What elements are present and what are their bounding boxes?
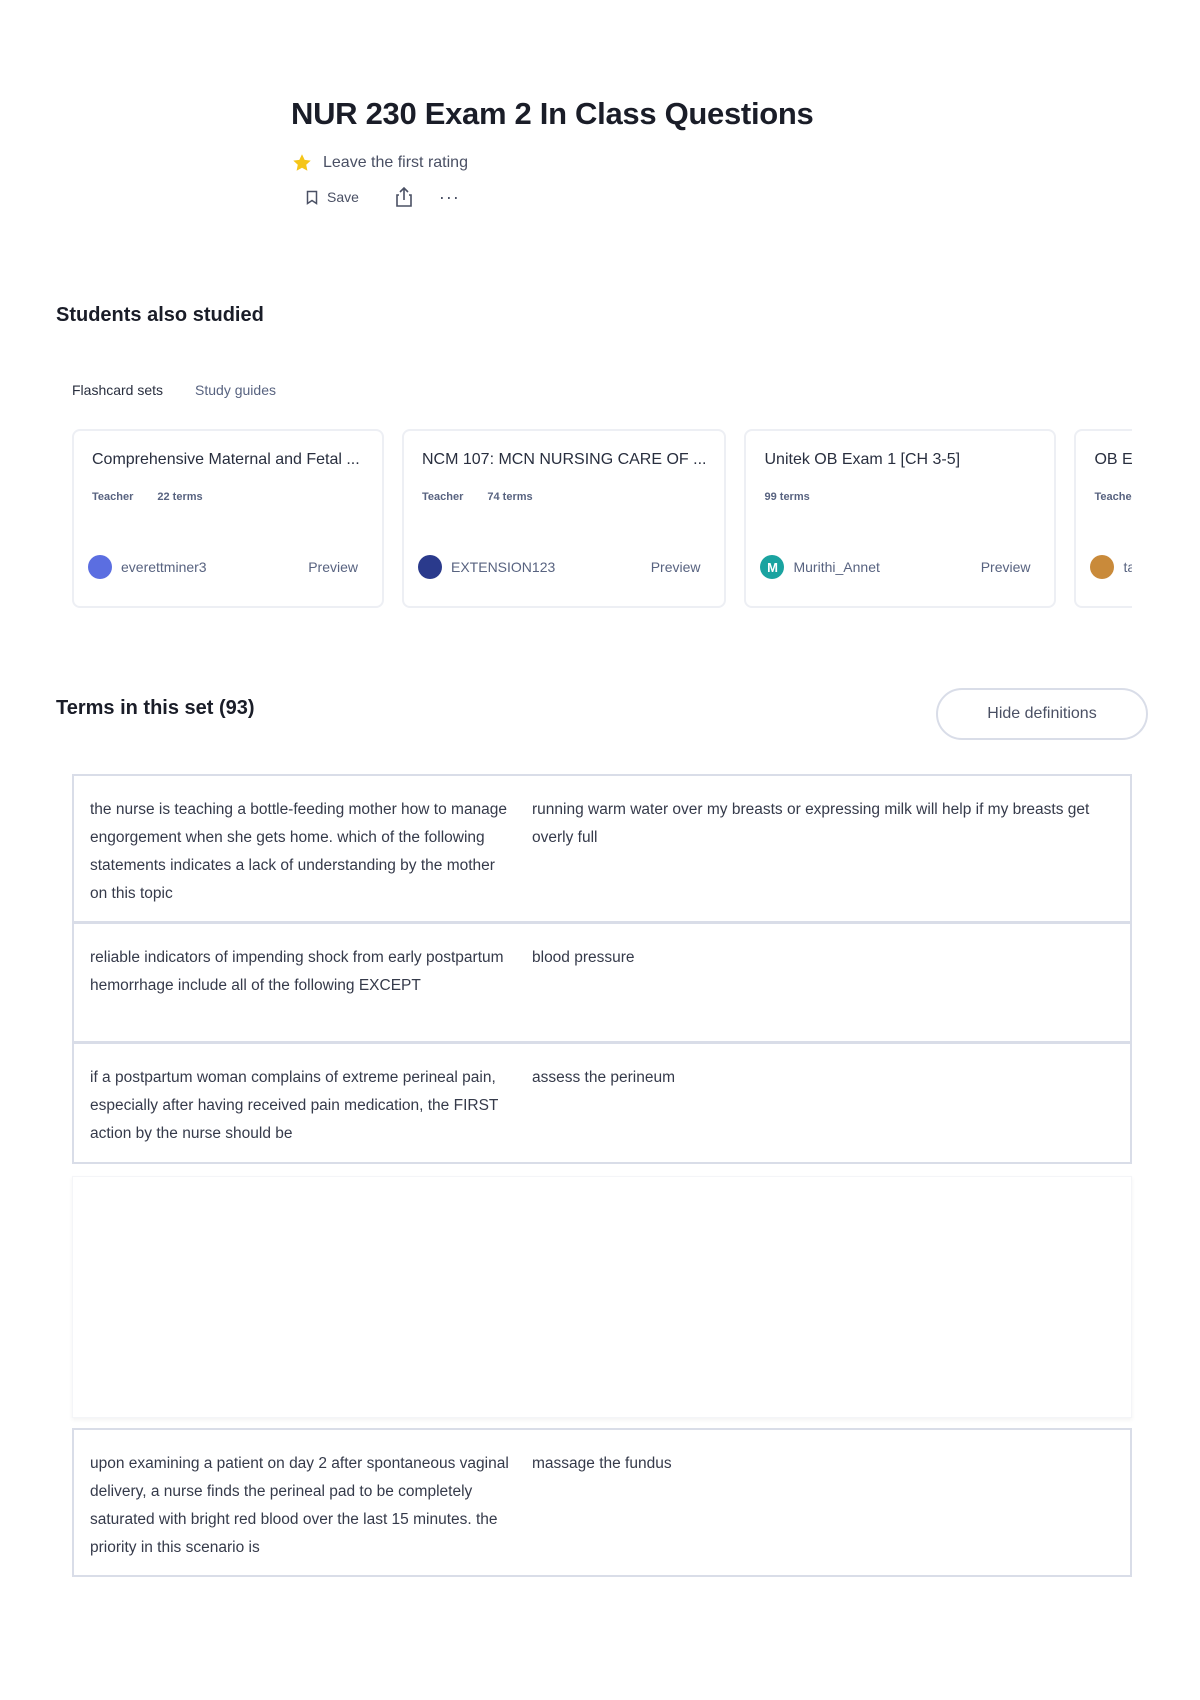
students-also-studied-title: Students also studied [56, 304, 264, 326]
set-card[interactable]: Comprehensive Maternal and Fetal ... Tea… [72, 429, 384, 608]
teacher-badge: Teacher [92, 491, 134, 503]
set-card[interactable]: OB Exa Teacher tan [1074, 429, 1132, 608]
card-title: OB Exa [1094, 451, 1132, 468]
preview-button[interactable]: Preview [981, 559, 1031, 575]
definition-text: running warm water over my breasts or ex… [532, 801, 1090, 846]
set-card[interactable]: NCM 107: MCN NURSING CARE OF ... Teacher… [402, 429, 727, 608]
save-label: Save [327, 189, 359, 205]
rating-label: Leave the first rating [323, 154, 468, 171]
tab-flashcard-sets[interactable]: Flashcard sets [72, 382, 163, 398]
share-button[interactable] [395, 186, 413, 208]
avatar: M [760, 555, 785, 579]
page: NUR 230 Exam 2 In Class Questions Leave … [0, 0, 1200, 1700]
term-count: 22 terms [157, 491, 203, 503]
author-name: tan [1123, 559, 1132, 575]
card-author[interactable]: everettminer3 [88, 555, 207, 579]
card-title: Comprehensive Maternal and Fetal ... [92, 451, 360, 468]
hide-definitions-button[interactable]: Hide definitions [936, 688, 1148, 740]
card-title: Unitek OB Exam 1 [CH 3-5] [764, 451, 961, 468]
avatar [418, 555, 442, 579]
term-row: if a postpartum woman complains of extre… [72, 1042, 1132, 1164]
cards-carousel: Comprehensive Maternal and Fetal ... Tea… [72, 429, 1132, 609]
term-text: reliable indicators of impending shock f… [90, 949, 504, 994]
page-title: NUR 230 Exam 2 In Class Questions [291, 96, 814, 131]
card-title: NCM 107: MCN NURSING CARE OF ... [422, 451, 707, 468]
card-author[interactable]: EXTENSION123 [418, 555, 555, 579]
card-author[interactable]: M Murithi_Annet [760, 555, 880, 579]
author-name: everettminer3 [121, 559, 207, 575]
share-icon [396, 186, 412, 207]
author-name: Murithi_Annet [793, 559, 880, 575]
avatar [88, 555, 112, 579]
term-row: upon examining a patient on day 2 after … [72, 1428, 1132, 1577]
definition-text: blood pressure [532, 949, 635, 966]
term-text: if a postpartum woman complains of extre… [90, 1069, 499, 1142]
term-row: the nurse is teaching a bottle-feeding m… [72, 774, 1132, 923]
term-count: 74 terms [487, 491, 533, 503]
terms-title: Terms in this set (93) [56, 697, 255, 719]
term-text: the nurse is teaching a bottle-feeding m… [90, 801, 508, 902]
save-button[interactable]: Save [306, 189, 359, 205]
card-author[interactable]: tan [1090, 555, 1132, 579]
tab-study-guides[interactable]: Study guides [195, 382, 276, 398]
author-name: EXTENSION123 [451, 559, 556, 575]
teacher-badge: Teacher [422, 491, 464, 503]
preview-button[interactable]: Preview [308, 559, 358, 575]
term-count: 99 terms [764, 491, 810, 503]
term-text: upon examining a patient on day 2 after … [90, 1455, 509, 1556]
set-actions: Save ··· [306, 186, 460, 208]
also-studied-tabs: Flashcard sets Study guides [72, 382, 276, 398]
avatar [1090, 555, 1115, 579]
more-icon[interactable]: ··· [439, 188, 460, 206]
bookmark-icon [306, 190, 318, 205]
definition-text: massage the fundus [532, 1455, 672, 1472]
term-row: reliable indicators of impending shock f… [72, 922, 1132, 1043]
teacher-badge: Teacher [1094, 491, 1132, 503]
rating-link[interactable]: Leave the first rating [291, 152, 468, 174]
set-card[interactable]: Unitek OB Exam 1 [CH 3-5] 99 terms M Mur… [744, 429, 1057, 608]
ad-placeholder [72, 1176, 1132, 1418]
definition-text: assess the perineum [532, 1069, 676, 1086]
star-icon [293, 154, 311, 171]
preview-button[interactable]: Preview [651, 559, 701, 575]
